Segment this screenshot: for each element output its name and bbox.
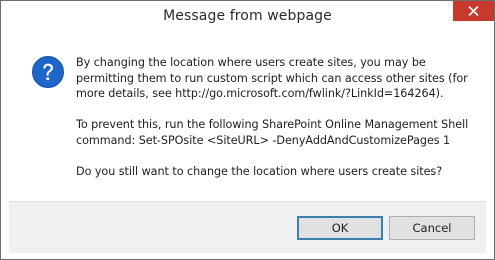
question-icon xyxy=(32,56,64,88)
ok-button[interactable]: OK xyxy=(297,216,383,240)
title-bar[interactable]: Message from webpage xyxy=(1,1,494,32)
close-button[interactable] xyxy=(453,1,494,21)
message-line: command: Set-SPOsite <SiteURL> -DenyAddA… xyxy=(76,133,451,147)
message-line: To prevent this, run the following Share… xyxy=(76,118,469,131)
message-line: By changing the location where users cre… xyxy=(76,56,426,69)
message-line: Do you still want to change the location… xyxy=(76,164,443,178)
message-line: permitting them to run custom script whi… xyxy=(76,71,468,85)
message-text: By changing the location where users cre… xyxy=(76,55,476,195)
cancel-button[interactable]: Cancel xyxy=(389,216,475,240)
dialog-content: By changing the location where users cre… xyxy=(9,32,486,201)
close-x-icon xyxy=(468,6,479,16)
dialog-window: Message from webpage By changing the loc… xyxy=(0,0,495,260)
message-paragraph-1: By changing the location where users cre… xyxy=(76,55,476,102)
message-paragraph-2: To prevent this, run the following Share… xyxy=(76,117,476,148)
button-bar: OK Cancel xyxy=(9,201,486,253)
dialog-title: Message from webpage xyxy=(163,8,332,24)
message-line: more details, see http://go.microsoft.co… xyxy=(76,87,444,100)
message-paragraph-3: Do you still want to change the location… xyxy=(76,164,476,180)
